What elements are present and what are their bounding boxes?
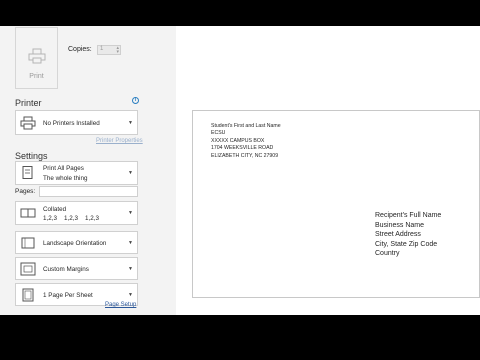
print-button-label: Print — [29, 73, 44, 80]
settings-heading: Settings — [15, 151, 48, 161]
recipient-line: Business Name — [375, 221, 425, 229]
return-address-line: ELIZABETH CITY, NC 27909 — [211, 152, 279, 159]
return-address-line: ECSU — [211, 130, 226, 137]
info-icon[interactable]: i — [132, 97, 139, 104]
orientation-dropdown[interactable]: Landscape Orientation ▼ — [15, 231, 138, 254]
printer-selected: No Printers Installed — [43, 120, 100, 127]
dropdown-arrow-icon: ▼ — [128, 119, 133, 126]
page-setup-link[interactable]: Page Setup — [105, 302, 136, 308]
margins-icon — [20, 262, 36, 275]
dropdown-arrow-icon: ▼ — [128, 170, 133, 176]
return-address-line: 1704 WEEKSVILLE ROAD — [211, 145, 274, 152]
copies-label: Copies: — [68, 46, 92, 53]
landscape-icon — [21, 237, 35, 248]
print-backstage: Print Copies: 1 ▴ ▾ Printer i No Printers… — [0, 26, 480, 315]
printer-icon — [28, 48, 45, 64]
collated-icon — [20, 208, 36, 218]
recipient-line: Recipent's Full Name — [375, 212, 442, 219]
copies-input[interactable]: 1 ▴ ▾ — [97, 45, 121, 55]
collation-dropdown[interactable]: Collated 1,2,3 1,2,3 1,2,3 ▼ — [15, 201, 138, 225]
pages-per-sheet-icon — [22, 288, 34, 301]
printer-heading: Printer — [15, 98, 42, 108]
recipient-address: Recipent's Full Name Business Name Stree… — [375, 211, 441, 259]
recipient-line: Street Address — [375, 231, 421, 238]
printer-icon — [20, 116, 36, 129]
return-address-line: XXXXX CAMPUS BOX — [211, 137, 265, 144]
pages-icon — [22, 166, 33, 179]
dropdown-arrow-icon: ▼ — [128, 210, 133, 216]
print-preview: Student's First and Last Name ECSU XXXXX… — [176, 26, 480, 315]
copies-value: 1 — [100, 46, 104, 52]
pages-label: Pages: — [15, 188, 36, 195]
dropdown-arrow-icon: ▼ — [128, 265, 133, 272]
collation-line1: Collated — [43, 206, 67, 213]
margins-dropdown[interactable]: Custom Margins ▼ — [15, 257, 138, 280]
dropdown-arrow-icon: ▼ — [128, 291, 133, 298]
printer-properties-link[interactable]: Printer Properties — [96, 138, 143, 144]
pages-per-sheet-label: 1 Page Per Sheet — [43, 292, 93, 299]
print-settings-panel: Print Copies: 1 ▴ ▾ Printer i No Printers… — [0, 26, 176, 315]
print-what-dropdown[interactable]: Print All Pages The whole thing ▼ — [15, 161, 138, 185]
margins-label: Custom Margins — [43, 266, 89, 273]
return-address-line: Student's First and Last Name — [211, 123, 281, 129]
orientation-label: Landscape Orientation — [43, 240, 107, 247]
return-address: Student's First and Last Name ECSU XXXXX… — [211, 123, 281, 160]
printer-dropdown[interactable]: No Printers Installed ▼ — [15, 110, 138, 135]
print-what-line1: Print All Pages — [43, 165, 84, 172]
copies-spinner[interactable]: ▴ ▾ — [116, 46, 119, 55]
envelope-preview: Student's First and Last Name ECSU XXXXX… — [192, 110, 480, 298]
collation-line2: 1,2,3 1,2,3 1,2,3 — [43, 215, 100, 222]
recipient-line: City, State Zip Code — [375, 240, 438, 248]
print-button[interactable]: Print — [15, 27, 58, 89]
recipient-line: Country — [375, 250, 400, 257]
print-what-line2: The whole thing — [43, 175, 88, 182]
pages-input[interactable] — [39, 186, 138, 197]
dropdown-arrow-icon: ▼ — [128, 239, 133, 246]
